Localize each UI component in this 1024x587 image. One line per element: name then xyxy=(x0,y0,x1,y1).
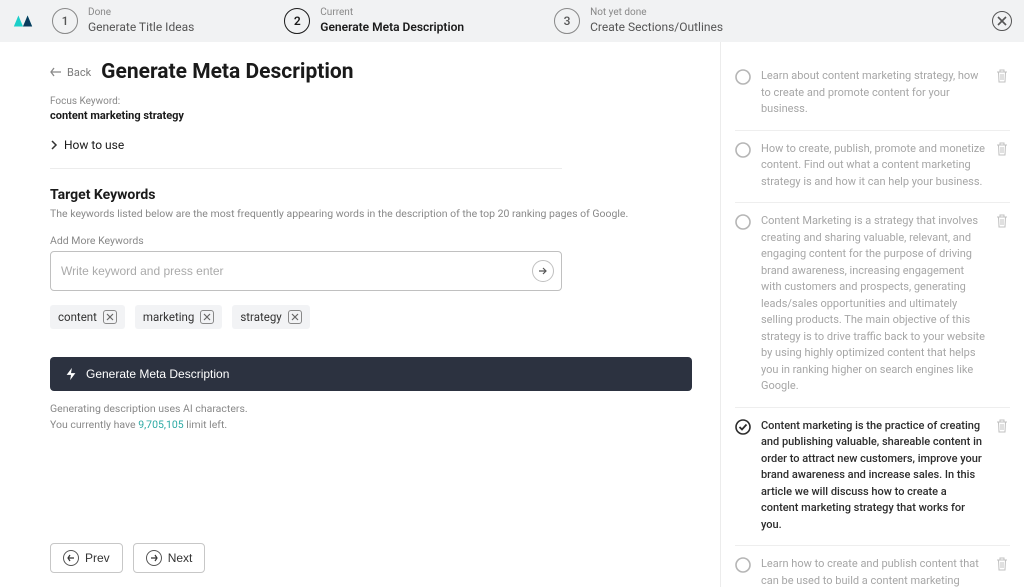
stepper: 1 Done Generate Title Ideas 2 Current Ge… xyxy=(52,7,992,35)
target-keywords-title: Target Keywords xyxy=(50,187,692,203)
close-icon xyxy=(997,16,1007,26)
step-number: 2 xyxy=(284,8,310,34)
back-label: Back xyxy=(67,66,91,79)
trash-icon xyxy=(996,214,1008,228)
suggestion-item[interactable]: Learn how to create and publish content … xyxy=(735,546,1010,587)
credits-prefix: You currently have xyxy=(50,418,138,431)
suggestion-text: Content marketing is the practice of cre… xyxy=(761,418,986,534)
chevron-right-icon xyxy=(50,140,58,150)
credits-line1: Generating description uses AI character… xyxy=(50,402,248,415)
app-logo xyxy=(12,10,34,32)
keyword-submit-button[interactable] xyxy=(532,260,554,282)
step-title: Generate Title Ideas xyxy=(88,20,194,35)
delete-suggestion-button[interactable] xyxy=(996,69,1010,83)
next-button[interactable]: Next xyxy=(133,543,206,573)
back-link[interactable]: Back xyxy=(50,66,91,79)
footer-nav: Prev Next xyxy=(50,543,205,573)
x-icon xyxy=(106,313,114,321)
trash-icon xyxy=(996,419,1008,433)
delete-suggestion-button[interactable] xyxy=(996,214,1010,228)
main-panel: Back Generate Meta Description Focus Key… xyxy=(0,42,720,587)
x-icon xyxy=(203,313,211,321)
trash-icon xyxy=(996,69,1008,83)
arrow-right-circle-icon xyxy=(538,266,548,276)
keyword-tag: content xyxy=(50,305,125,329)
step-2[interactable]: 2 Current Generate Meta Description xyxy=(284,7,464,35)
tag-label: marketing xyxy=(143,310,194,324)
step-title: Create Sections/Outlines xyxy=(590,20,723,35)
suggestion-item[interactable]: How to create, publish, promote and mone… xyxy=(735,131,1010,204)
trash-icon xyxy=(996,557,1008,571)
delete-suggestion-button[interactable] xyxy=(996,557,1010,571)
prev-label: Prev xyxy=(85,551,110,565)
delete-suggestion-button[interactable] xyxy=(996,142,1010,156)
add-keywords-label: Add More Keywords xyxy=(50,234,692,247)
focus-keyword-label: Focus Keyword: xyxy=(50,96,692,107)
arrow-right-icon xyxy=(146,550,162,566)
step-number: 1 xyxy=(52,8,78,34)
keyword-tags: content marketing strategy xyxy=(50,305,692,329)
tag-remove-button[interactable] xyxy=(103,310,117,324)
arrow-left-icon xyxy=(63,550,79,566)
radio-unchecked-icon[interactable] xyxy=(735,142,751,158)
page-title: Generate Meta Description xyxy=(101,60,353,84)
step-status: Not yet done xyxy=(590,7,723,20)
generate-button-label: Generate Meta Description xyxy=(86,367,229,381)
suggestion-item[interactable]: Content Marketing is a strategy that inv… xyxy=(735,203,1010,408)
suggestion-text: Learn how to create and publish content … xyxy=(761,556,986,587)
suggestion-text: Learn about content marketing strategy, … xyxy=(761,68,986,118)
suggestion-item[interactable]: Content marketing is the practice of cre… xyxy=(735,408,1010,547)
step-status: Done xyxy=(88,7,194,20)
step-status: Current xyxy=(320,7,464,20)
suggestion-text: How to create, publish, promote and mone… xyxy=(761,141,986,191)
step-number: 3 xyxy=(554,8,580,34)
arrow-left-icon xyxy=(50,67,62,77)
keyword-tag: strategy xyxy=(232,305,309,329)
step-title: Generate Meta Description xyxy=(320,20,464,35)
how-to-use-toggle[interactable]: How to use xyxy=(50,138,692,152)
close-button[interactable] xyxy=(992,11,1012,31)
next-label: Next xyxy=(168,551,193,565)
suggestion-text: Content Marketing is a strategy that inv… xyxy=(761,213,986,395)
suggestions-panel: Learn about content marketing strategy, … xyxy=(720,42,1024,587)
trash-icon xyxy=(996,142,1008,156)
tag-remove-button[interactable] xyxy=(200,310,214,324)
divider xyxy=(50,168,562,169)
radio-checked-icon[interactable] xyxy=(735,419,751,435)
x-icon xyxy=(291,313,299,321)
radio-unchecked-icon[interactable] xyxy=(735,69,751,85)
radio-unchecked-icon[interactable] xyxy=(735,214,751,230)
radio-unchecked-icon[interactable] xyxy=(735,557,751,573)
suggestion-item[interactable]: Learn about content marketing strategy, … xyxy=(735,58,1010,131)
how-to-use-label: How to use xyxy=(64,138,124,152)
delete-suggestion-button[interactable] xyxy=(996,419,1010,433)
bolt-icon xyxy=(64,367,78,381)
tag-label: strategy xyxy=(240,310,281,324)
credits-number: 9,705,105 xyxy=(138,418,183,431)
tag-remove-button[interactable] xyxy=(288,310,302,324)
keyword-input[interactable] xyxy=(50,251,562,291)
credits-info: Generating description uses AI character… xyxy=(50,401,692,433)
credits-suffix: limit left. xyxy=(184,418,228,431)
prev-button[interactable]: Prev xyxy=(50,543,123,573)
focus-keyword-value: content marketing strategy xyxy=(50,109,692,122)
step-3[interactable]: 3 Not yet done Create Sections/Outlines xyxy=(554,7,723,35)
topbar: 1 Done Generate Title Ideas 2 Current Ge… xyxy=(0,0,1024,42)
tag-label: content xyxy=(58,310,97,324)
generate-button[interactable]: Generate Meta Description xyxy=(50,357,692,391)
keyword-tag: marketing xyxy=(135,305,222,329)
step-1[interactable]: 1 Done Generate Title Ideas xyxy=(52,7,194,35)
target-keywords-subtitle: The keywords listed below are the most f… xyxy=(50,207,692,220)
